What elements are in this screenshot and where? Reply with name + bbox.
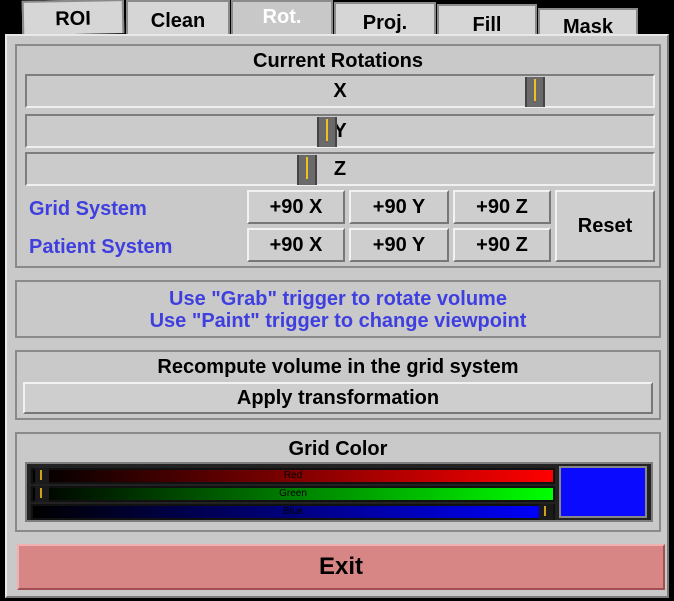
channel-label: Green — [279, 488, 307, 499]
patient-system-label: Patient System — [29, 236, 173, 258]
green-channel-slider[interactable]: Green — [31, 486, 555, 502]
grid-color-section: Grid Color Red Green Blue — [15, 432, 661, 532]
green-slider-handle[interactable] — [35, 486, 49, 502]
blue-channel-slider[interactable]: Blue — [31, 504, 555, 520]
slider-handle[interactable] — [525, 77, 545, 107]
slider-handle[interactable] — [297, 155, 317, 185]
current-rotations-title: Current Rotations — [253, 50, 423, 72]
rotation-slider-y[interactable]: Y — [25, 114, 655, 148]
channel-label: Blue — [282, 506, 303, 517]
recompute-title: Recompute volume in the grid system — [157, 356, 519, 378]
apply-transformation-button[interactable]: Apply transformation — [23, 382, 653, 414]
tab-rot[interactable]: Rot. — [231, 0, 333, 38]
rotation-slider-z[interactable]: Z — [25, 152, 655, 186]
blue-slider-handle[interactable] — [539, 504, 553, 520]
rotation-panel: Current Rotations X Y Z Grid System Pati… — [5, 34, 669, 598]
color-sliders-frame: Red Green Blue — [25, 462, 653, 522]
exit-button[interactable]: Exit — [17, 544, 665, 590]
reset-button[interactable]: Reset — [555, 190, 655, 262]
red-channel-slider[interactable]: Red — [31, 468, 555, 484]
tab-label: Proj. — [362, 12, 408, 34]
rotation-slider-x[interactable]: X — [25, 74, 655, 108]
instruction-line-grab: Use "Grab" trigger to rotate volume — [169, 288, 507, 310]
patient-rotate-z-button[interactable]: +90 Z — [453, 228, 551, 262]
slider-label: X — [333, 79, 347, 102]
slider-label: Y — [333, 119, 347, 142]
recompute-section: Recompute volume in the grid system Appl… — [15, 350, 661, 420]
tab-clean[interactable]: Clean — [126, 0, 230, 38]
patient-rotate-x-button[interactable]: +90 X — [247, 228, 345, 262]
instructions-box: Use "Grab" trigger to rotate volume Use … — [15, 280, 661, 338]
instruction-line-paint: Use "Paint" trigger to change viewpoint — [149, 310, 527, 332]
red-slider-handle[interactable] — [35, 468, 49, 484]
tab-roi[interactable]: ROI — [21, 0, 125, 35]
grid-system-label: Grid System — [29, 198, 147, 220]
channel-label: Red — [283, 470, 303, 481]
grid-rotate-x-button[interactable]: +90 X — [247, 190, 345, 224]
tab-label: ROI — [55, 7, 92, 31]
slider-label: Z — [333, 157, 347, 180]
tab-label: Rot. — [262, 6, 302, 28]
patient-rotate-y-button[interactable]: +90 Y — [349, 228, 449, 262]
grid-rotate-z-button[interactable]: +90 Z — [453, 190, 551, 224]
tab-label: Clean — [150, 10, 206, 32]
color-swatch — [559, 466, 647, 518]
current-rotations-section: Current Rotations X Y Z Grid System Pati… — [15, 44, 661, 268]
grid-color-title: Grid Color — [288, 438, 388, 460]
slider-handle[interactable] — [317, 117, 337, 147]
grid-rotate-y-button[interactable]: +90 Y — [349, 190, 449, 224]
